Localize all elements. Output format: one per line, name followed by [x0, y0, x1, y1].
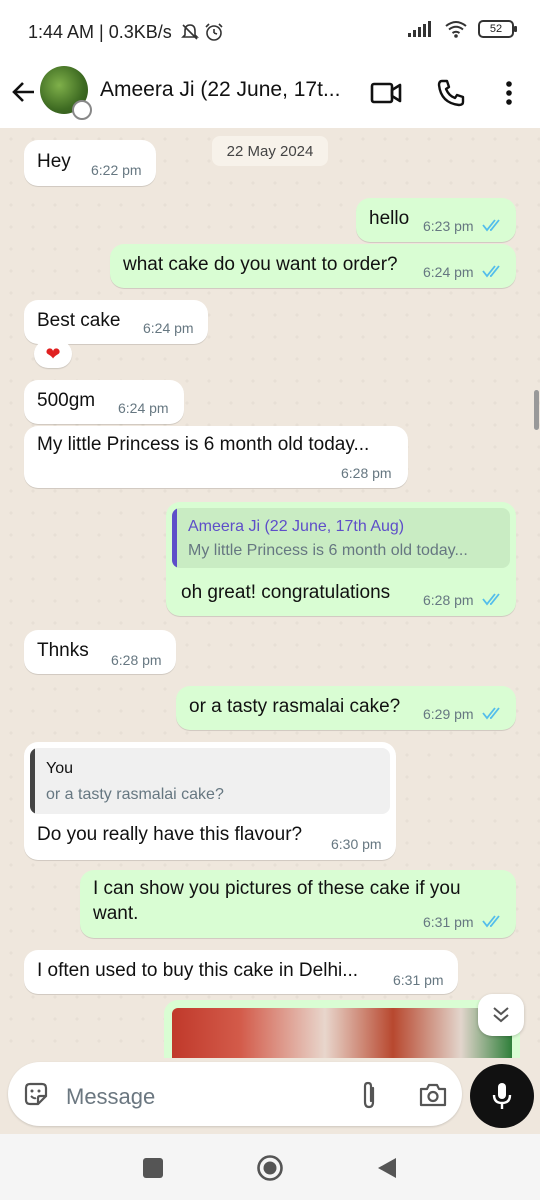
message-time: 6:28 pm — [341, 465, 392, 481]
message-text: what cake do you want to order? — [123, 254, 398, 275]
message-incoming[interactable]: 500gm 6:24 pm — [24, 380, 184, 424]
nav-square-icon[interactable] — [143, 1158, 163, 1178]
quoted-message[interactable]: You or a tasty rasmalai cake? — [30, 748, 390, 814]
message-time: 6:24 pm — [423, 264, 474, 280]
message-text: Thnks — [37, 640, 89, 661]
message-text: My little Princess is 6 month old today.… — [37, 434, 370, 455]
message-outgoing[interactable]: I can show you pictures of these cake if… — [80, 870, 516, 938]
nav-home-icon[interactable] — [256, 1154, 284, 1182]
quote-bar — [30, 748, 35, 814]
battery-icon: 52 — [478, 20, 517, 38]
message-input[interactable]: Message — [8, 1062, 462, 1126]
status-time: 1:44 AM | 0.3KB/s — [28, 22, 172, 42]
signal-icon — [408, 21, 431, 37]
status-ring-icon — [72, 100, 92, 120]
read-ticks-icon — [482, 265, 500, 278]
camera-icon[interactable] — [418, 1082, 448, 1108]
attach-icon[interactable] — [358, 1080, 380, 1110]
message-time: 6:23 pm — [423, 218, 474, 234]
status-bar: 1:44 AM | 0.3KB/s 52 — [0, 0, 540, 60]
system-nav-bar — [0, 1134, 540, 1200]
chat-header: Ameera Ji (22 June, 17t... — [0, 60, 540, 128]
mic-icon — [492, 1083, 512, 1109]
message-time: 6:31 pm — [393, 972, 444, 988]
mic-button[interactable] — [470, 1064, 534, 1128]
message-time: 6:29 pm — [423, 706, 474, 722]
message-placeholder: Message — [66, 1084, 156, 1109]
message-incoming[interactable]: Thnks 6:28 pm — [24, 630, 176, 674]
message-outgoing[interactable]: or a tasty rasmalai cake? 6:29 pm — [176, 686, 516, 730]
message-incoming[interactable]: My little Princess is 6 month old today.… — [24, 426, 408, 488]
video-call-icon[interactable] — [370, 78, 402, 108]
message-outgoing-reply[interactable]: Ameera Ji (22 June, 17th Aug) My little … — [166, 502, 516, 616]
read-ticks-icon — [482, 593, 500, 606]
wifi-icon — [445, 21, 467, 38]
cake-photo[interactable] — [172, 1008, 512, 1058]
message-incoming[interactable]: Hey 6:22 pm — [24, 140, 156, 186]
scrollbar[interactable] — [534, 390, 539, 430]
message-outgoing[interactable]: what cake do you want to order? 6:24 pm — [110, 244, 516, 288]
message-text: Do you really have this flavour? — [37, 824, 303, 845]
read-ticks-icon — [482, 915, 500, 928]
mute-icon — [181, 24, 199, 40]
reaction-heart-icon[interactable]: ❤ — [34, 340, 72, 368]
message-time: 6:28 pm — [111, 652, 162, 668]
quote-bar — [172, 508, 177, 568]
nav-back-icon[interactable] — [376, 1156, 398, 1180]
message-time: 6:24 pm — [118, 400, 169, 416]
alarm-icon — [205, 23, 223, 41]
contact-name[interactable]: Ameera Ji (22 June, 17t... — [100, 78, 340, 102]
message-text: I often used to buy this cake in Delhi..… — [37, 960, 359, 981]
quote-author: You — [46, 760, 73, 777]
back-arrow-icon[interactable] — [10, 78, 38, 106]
message-text: oh great! congratulations — [181, 582, 391, 603]
scroll-down-button[interactable] — [478, 994, 524, 1036]
voice-call-icon[interactable] — [436, 78, 466, 108]
scroll-down-icon — [493, 1007, 509, 1023]
read-ticks-icon — [482, 707, 500, 720]
message-text: 500gm — [37, 390, 96, 411]
message-text: or a tasty rasmalai cake? — [189, 696, 401, 717]
battery-level: 52 — [489, 23, 503, 35]
message-text: Hey — [37, 151, 71, 172]
message-time: 6:24 pm — [143, 320, 194, 336]
quote-text: or a tasty rasmalai cake? — [46, 786, 224, 803]
message-incoming-reply[interactable]: You or a tasty rasmalai cake? Do you rea… — [24, 742, 396, 860]
chat-area[interactable]: 22 May 2024 Hey 6:22 pm hello 6:23 pm wh… — [0, 128, 540, 1058]
quote-author: Ameera Ji (22 June, 17th Aug) — [188, 518, 405, 535]
image-message[interactable] — [164, 1000, 520, 1058]
message-text-line2: want. — [93, 903, 139, 924]
read-ticks-icon — [482, 219, 500, 232]
message-time: 6:22 pm — [91, 162, 142, 178]
message-text-line1: I can show you pictures of these cake if… — [93, 878, 461, 899]
message-outgoing[interactable]: hello 6:23 pm — [356, 198, 516, 242]
quoted-message[interactable]: Ameera Ji (22 June, 17th Aug) My little … — [172, 508, 510, 568]
message-incoming[interactable]: Best cake 6:24 pm — [24, 300, 208, 344]
message-text: Best cake — [37, 310, 121, 331]
message-time: 6:28 pm — [423, 592, 474, 608]
message-incoming[interactable]: I often used to buy this cake in Delhi..… — [24, 950, 458, 994]
quote-text: My little Princess is 6 month old today.… — [188, 542, 468, 559]
message-text: hello — [369, 208, 410, 229]
sticker-icon[interactable] — [22, 1080, 50, 1108]
message-time: 6:30 pm — [331, 836, 382, 852]
more-options-icon[interactable] — [498, 78, 520, 108]
date-chip: 22 May 2024 — [212, 136, 328, 166]
message-time: 6:31 pm — [423, 914, 474, 930]
